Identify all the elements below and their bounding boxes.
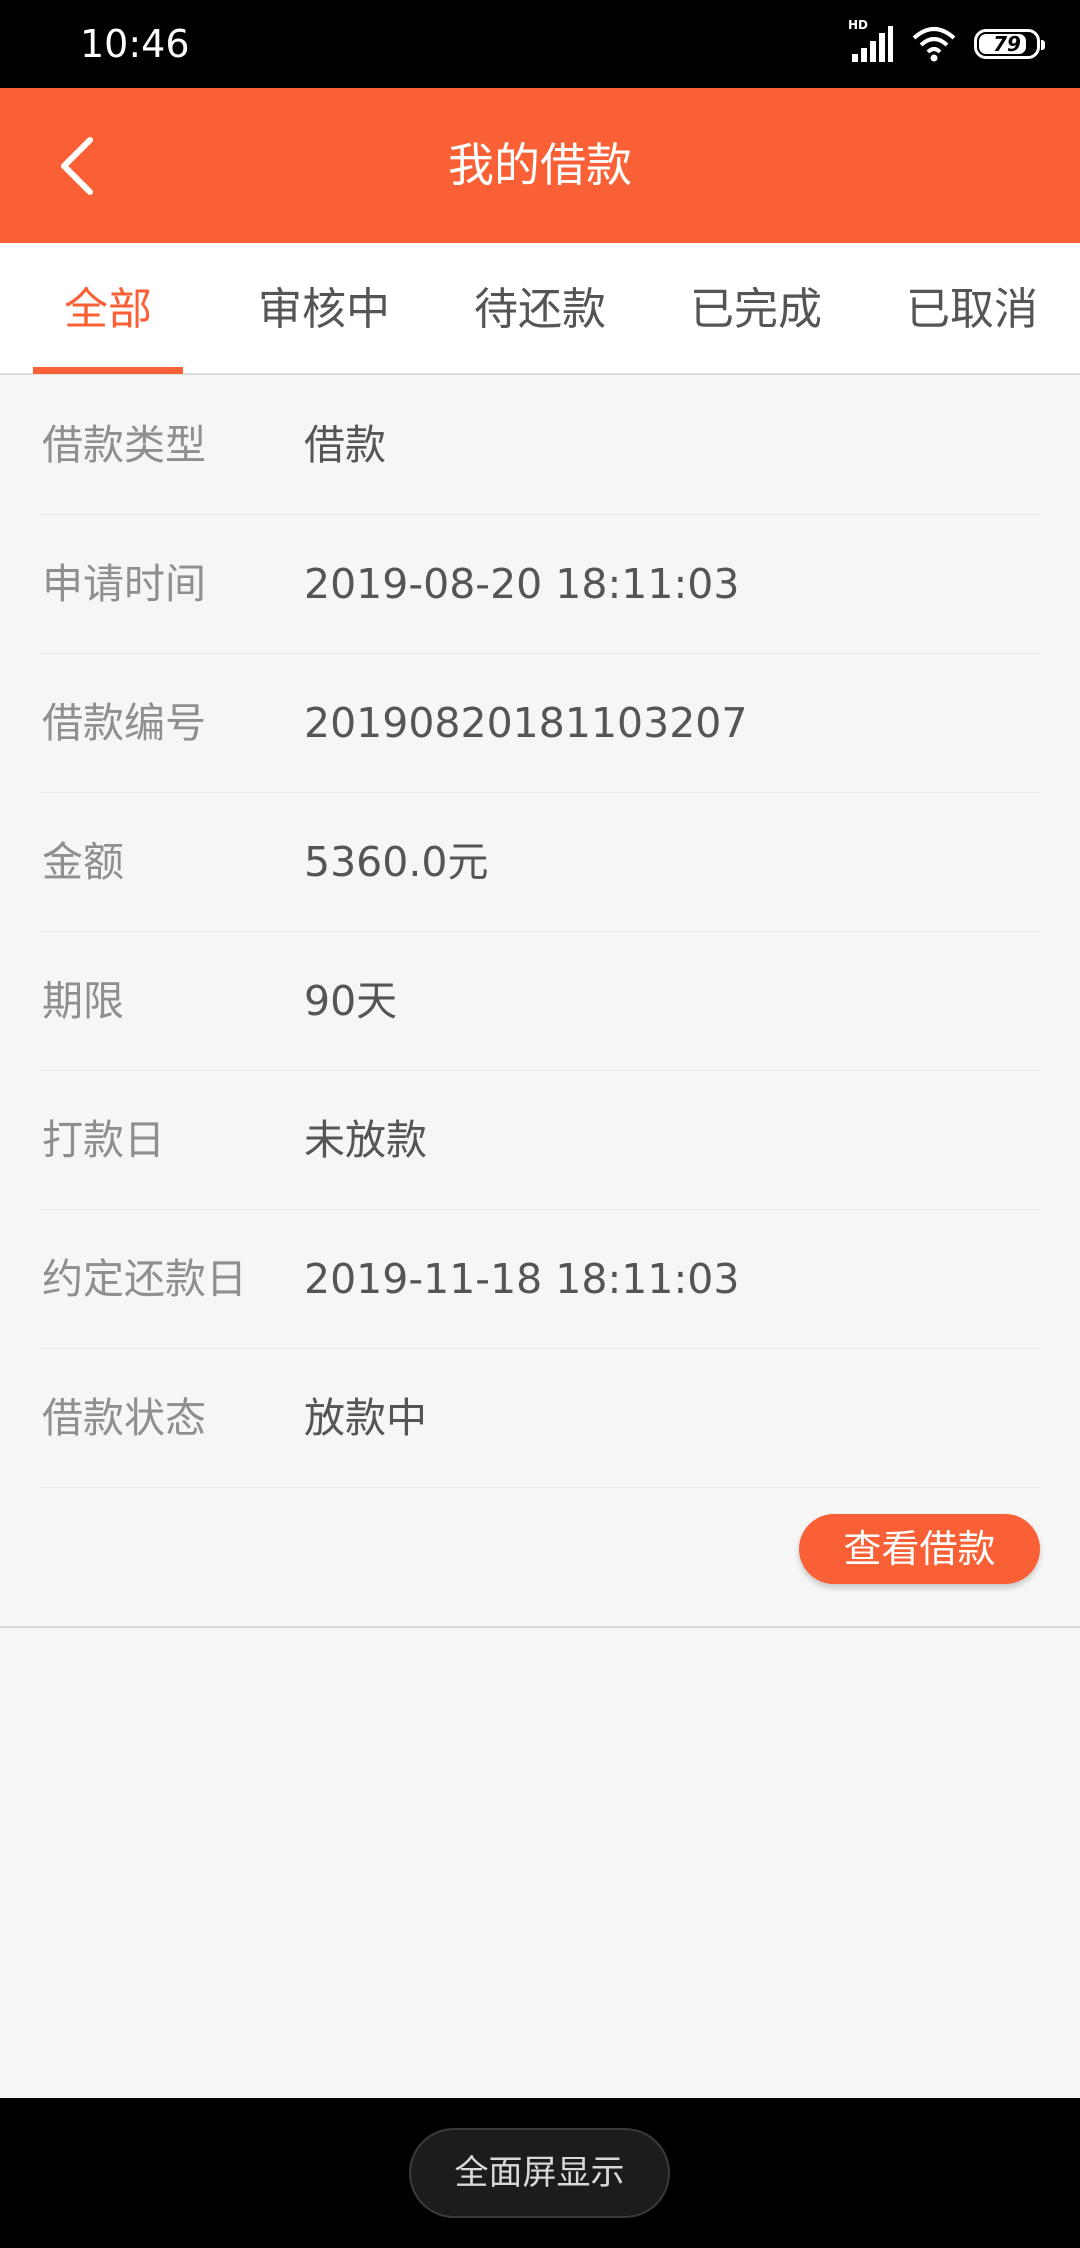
status-icons: HD 79 — [848, 18, 1045, 66]
detail-value: 2019-08-20 18:11:03 — [304, 560, 740, 608]
detail-value: 5360.0元 — [304, 838, 489, 886]
battery-level: 79 — [993, 32, 1021, 56]
detail-value: 借款 — [304, 421, 386, 469]
page-title: 我的借款 — [448, 138, 632, 192]
tab-bar: 全部 审核中 待还款 已完成 已取消 — [0, 243, 1080, 375]
detail-row-loan-number: 借款编号 20190820181103207 — [40, 654, 1040, 793]
app-header: 我的借款 — [0, 88, 1080, 243]
loan-details: 借款类型 借款 申请时间 2019-08-20 18:11:03 借款编号 20… — [0, 376, 1080, 1488]
tab-all[interactable]: 全部 — [0, 243, 216, 373]
detail-value: 20190820181103207 — [304, 699, 748, 747]
detail-label: 约定还款日 — [42, 1255, 247, 1303]
detail-value: 90天 — [304, 977, 398, 1025]
view-loan-button[interactable]: 查看借款 — [799, 1514, 1040, 1584]
detail-label: 借款编号 — [42, 699, 206, 747]
detail-label: 借款类型 — [42, 421, 206, 469]
detail-label: 打款日 — [42, 1116, 165, 1164]
detail-row-amount: 金额 5360.0元 — [40, 793, 1040, 932]
battery-icon: 79 — [974, 29, 1045, 59]
detail-label: 申请时间 — [42, 560, 206, 608]
loan-actions: 查看借款 — [0, 1488, 1080, 1628]
fullscreen-display-button[interactable]: 全面屏显示 — [409, 2128, 670, 2218]
detail-row-loan-status: 借款状态 放款中 — [40, 1349, 1040, 1488]
detail-row-apply-time: 申请时间 2019-08-20 18:11:03 — [40, 515, 1040, 654]
detail-value: 未放款 — [304, 1116, 427, 1164]
tab-cancelled[interactable]: 已取消 — [864, 243, 1080, 373]
detail-label: 期限 — [42, 977, 124, 1025]
network-label: HD — [848, 18, 869, 32]
wifi-icon — [912, 27, 956, 62]
detail-value: 放款中 — [304, 1394, 427, 1442]
detail-row-payout-date: 打款日 未放款 — [40, 1071, 1040, 1210]
tab-pending-repayment[interactable]: 待还款 — [432, 243, 648, 373]
detail-row-term: 期限 90天 — [40, 932, 1040, 1071]
detail-label: 借款状态 — [42, 1394, 206, 1442]
tab-under-review[interactable]: 审核中 — [216, 243, 432, 373]
navigation-bar: 全面屏显示 — [0, 2098, 1080, 2248]
tab-completed[interactable]: 已完成 — [648, 243, 864, 373]
detail-row-due-date: 约定还款日 2019-11-18 18:11:03 — [40, 1210, 1040, 1349]
status-bar: 10:46 HD 79 — [0, 0, 1080, 88]
cellular-signal-icon: HD — [848, 18, 894, 64]
status-time: 10:46 — [80, 22, 190, 66]
detail-label: 金额 — [42, 838, 124, 886]
detail-row-loan-type: 借款类型 借款 — [40, 376, 1040, 515]
detail-value: 2019-11-18 18:11:03 — [304, 1255, 740, 1303]
active-tab-indicator — [33, 367, 183, 374]
